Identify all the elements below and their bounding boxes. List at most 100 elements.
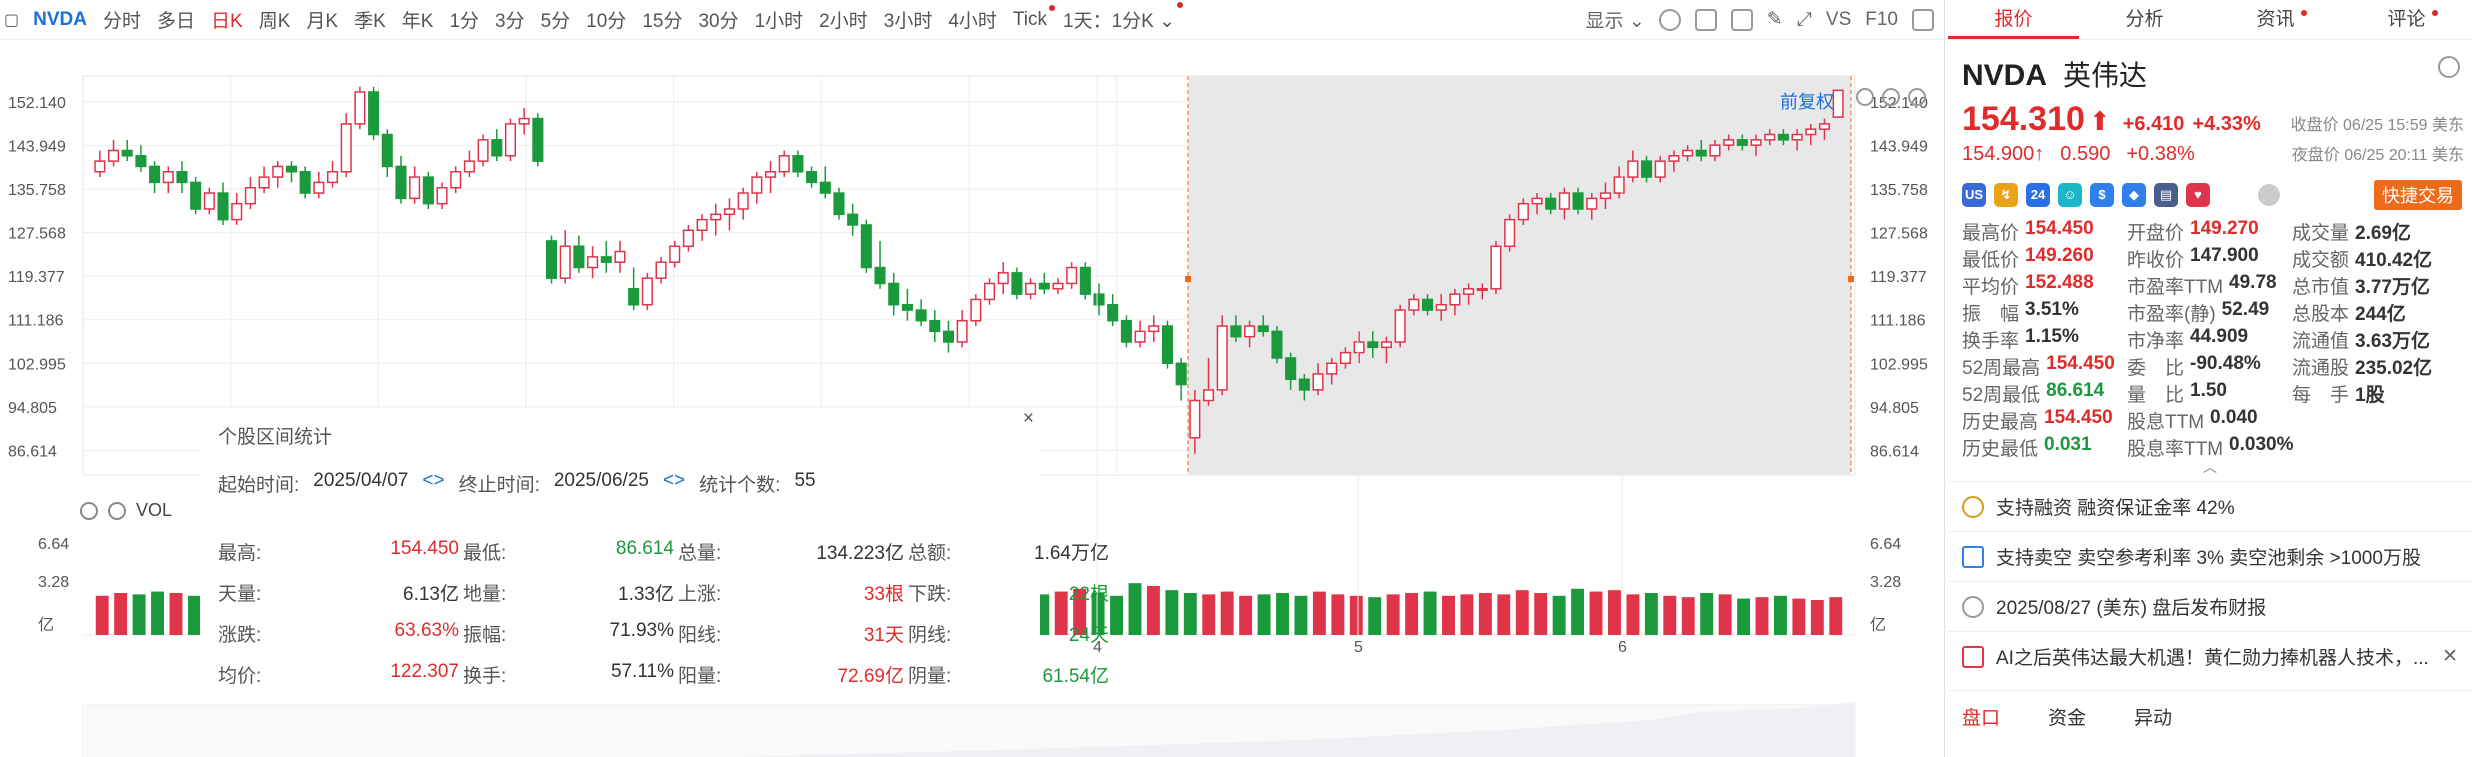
volume-bar bbox=[1368, 597, 1382, 635]
stat-value: 44.909 bbox=[2190, 326, 2249, 347]
layout-icon[interactable] bbox=[1694, 8, 1717, 31]
candle-body bbox=[1654, 160, 1666, 178]
period-rik[interactable]: 日K bbox=[203, 6, 251, 33]
stat-cell: 振 幅 3.51% bbox=[1962, 299, 2127, 326]
settings-icon[interactable] bbox=[1658, 8, 1681, 31]
earnings-info[interactable]: 2025/08/27 (美东) 盘后发布财报 bbox=[1948, 581, 2472, 631]
fullscreen-icon[interactable]: ⤢ bbox=[1797, 9, 1812, 31]
zoom-out-icon[interactable] bbox=[1882, 88, 1900, 106]
vol-tick-label: 亿 bbox=[1870, 616, 1886, 634]
stat-label: 股息率TTM bbox=[2127, 439, 2224, 460]
24h-icon: 24 bbox=[2026, 183, 2050, 207]
quick-trade-button[interactable]: 快捷交易 bbox=[2374, 180, 2462, 210]
period-5min[interactable]: 5分 bbox=[533, 6, 579, 33]
pen-icon[interactable]: ✎ bbox=[1767, 8, 1783, 31]
candle-body bbox=[162, 171, 174, 184]
close-icon[interactable] bbox=[108, 501, 126, 520]
stat-value: 71.93% bbox=[609, 620, 674, 641]
info-icon bbox=[1962, 595, 1984, 618]
zoom-in-icon[interactable] bbox=[1908, 88, 1926, 106]
month-label: 6 bbox=[1618, 639, 1627, 656]
period-niank[interactable]: 年K bbox=[394, 6, 442, 33]
candle-body bbox=[915, 309, 927, 322]
period-fenshi[interactable]: 分时 bbox=[95, 6, 149, 33]
tab-quote[interactable]: 报价 bbox=[1948, 0, 2079, 39]
stat-label: 流通股 bbox=[2292, 358, 2350, 379]
period-15min[interactable]: 15分 bbox=[634, 6, 690, 33]
candle-body bbox=[970, 298, 982, 322]
stock-name: 英伟达 bbox=[2063, 60, 2148, 91]
bell-icon[interactable] bbox=[2258, 184, 2280, 206]
kline-chart[interactable]: 152.140 152.140 143.949 143.949 135.758 135.7… bbox=[0, 40, 1944, 757]
stat-label: 涨跌: bbox=[218, 625, 262, 646]
period-duori[interactable]: 多日 bbox=[149, 6, 203, 33]
period-1d-1mk[interactable]: 1天：1分K ⌄ bbox=[1055, 2, 1184, 33]
period-4h[interactable]: 4小时 bbox=[940, 6, 1005, 33]
period-zhouk[interactable]: 周K bbox=[251, 6, 299, 33]
candle-body bbox=[1216, 325, 1228, 391]
tab-comments[interactable]: 评论 bbox=[2341, 0, 2472, 39]
settings-icon[interactable] bbox=[80, 501, 98, 520]
period-1min[interactable]: 1分 bbox=[441, 6, 487, 33]
period-1h[interactable]: 1小时 bbox=[747, 6, 812, 33]
swap-icon[interactable]: <> bbox=[663, 470, 685, 497]
tab-moves[interactable]: 异动 bbox=[2134, 703, 2172, 730]
candle-body bbox=[1244, 325, 1256, 338]
candle-body bbox=[1764, 133, 1776, 141]
candle-body bbox=[1818, 123, 1831, 130]
period-2h[interactable]: 2小时 bbox=[811, 6, 876, 33]
stat-label: 成交量 bbox=[2292, 223, 2350, 244]
period-1d-label: 1天：1分K bbox=[1063, 11, 1154, 32]
close-icon[interactable]: × bbox=[1023, 408, 1034, 430]
period-3h[interactable]: 3小时 bbox=[876, 6, 941, 33]
symbol-label[interactable]: NVDA bbox=[25, 9, 95, 31]
vs-button[interactable]: VS bbox=[1826, 9, 1851, 31]
stat-label: 均价: bbox=[218, 666, 262, 687]
tab-orderbook[interactable]: 盘口 bbox=[1962, 703, 2000, 730]
period-3min[interactable]: 3分 bbox=[487, 6, 533, 33]
tab-news[interactable]: 资讯 bbox=[2210, 0, 2341, 39]
stat-label: 振幅: bbox=[463, 625, 507, 646]
adjust-label[interactable]: 前复权 bbox=[1780, 88, 1834, 114]
volume-bar bbox=[1497, 594, 1511, 635]
vol-tick-label: 3.28 bbox=[1870, 574, 1901, 591]
stock-symbol: NVDA bbox=[1962, 59, 2048, 92]
period-tick[interactable]: Tick bbox=[1005, 4, 1056, 31]
sidebar-toggle-icon[interactable] bbox=[1912, 8, 1934, 31]
camera-icon[interactable] bbox=[1730, 8, 1753, 31]
volume-bar bbox=[1700, 592, 1714, 635]
collapse-icon[interactable]: ︿ bbox=[1948, 460, 2472, 474]
settings-icon[interactable] bbox=[2438, 56, 2460, 78]
period-10min[interactable]: 10分 bbox=[578, 6, 634, 33]
stat-value: 86.614 bbox=[2046, 380, 2105, 401]
stat-value: 49.78 bbox=[2229, 272, 2277, 293]
end-date[interactable]: 2025/06/25 bbox=[554, 470, 649, 497]
start-date[interactable]: 2025/04/07 bbox=[313, 470, 408, 497]
notify-dot bbox=[2431, 10, 2438, 16]
tab-analysis[interactable]: 分析 bbox=[2079, 0, 2210, 39]
candle-body bbox=[231, 202, 243, 221]
volume-bar bbox=[151, 591, 165, 635]
f10-button[interactable]: F10 bbox=[1865, 9, 1898, 31]
undo-icon[interactable] bbox=[1856, 88, 1874, 106]
menu-icon[interactable]: ▢ bbox=[0, 10, 21, 30]
period-yuek[interactable]: 月K bbox=[298, 6, 346, 33]
close-icon[interactable]: ✕ bbox=[2442, 645, 2458, 668]
vol-label: VOL bbox=[136, 500, 173, 520]
stat-value: 6.13亿 bbox=[403, 584, 459, 605]
short-info[interactable]: 支持卖空 卖空参考利率 3% 卖空池剩余 >1000万股 bbox=[1948, 531, 2472, 581]
period-jik[interactable]: 季K bbox=[346, 6, 394, 33]
candle-body bbox=[1435, 304, 1447, 311]
range-stat-grid: 最高: 154.450 最低: 86.614 总量: 134.223亿 总额: 1.64万亿天… bbox=[218, 538, 1109, 688]
candle-body bbox=[504, 123, 517, 157]
margin-info[interactable]: 支持融资 融资保证金率 42% bbox=[1948, 481, 2472, 531]
stat-cell: 市净率 44.909 bbox=[2127, 326, 2292, 353]
swap-icon[interactable]: <> bbox=[422, 470, 444, 497]
tab-funds[interactable]: 资金 bbox=[2048, 703, 2086, 730]
news-info[interactable]: AI之后英伟达最大机遇！黄仁勋力捧机器人技术，... ✕ bbox=[1948, 631, 2472, 681]
candle-body bbox=[463, 160, 475, 173]
period-30min[interactable]: 30分 bbox=[690, 6, 746, 33]
y-tick-label: 102.995 bbox=[1870, 356, 1928, 373]
display-dropdown[interactable]: 显示 ⌄ bbox=[1586, 6, 1645, 33]
chart-window-controls bbox=[1856, 88, 1926, 106]
